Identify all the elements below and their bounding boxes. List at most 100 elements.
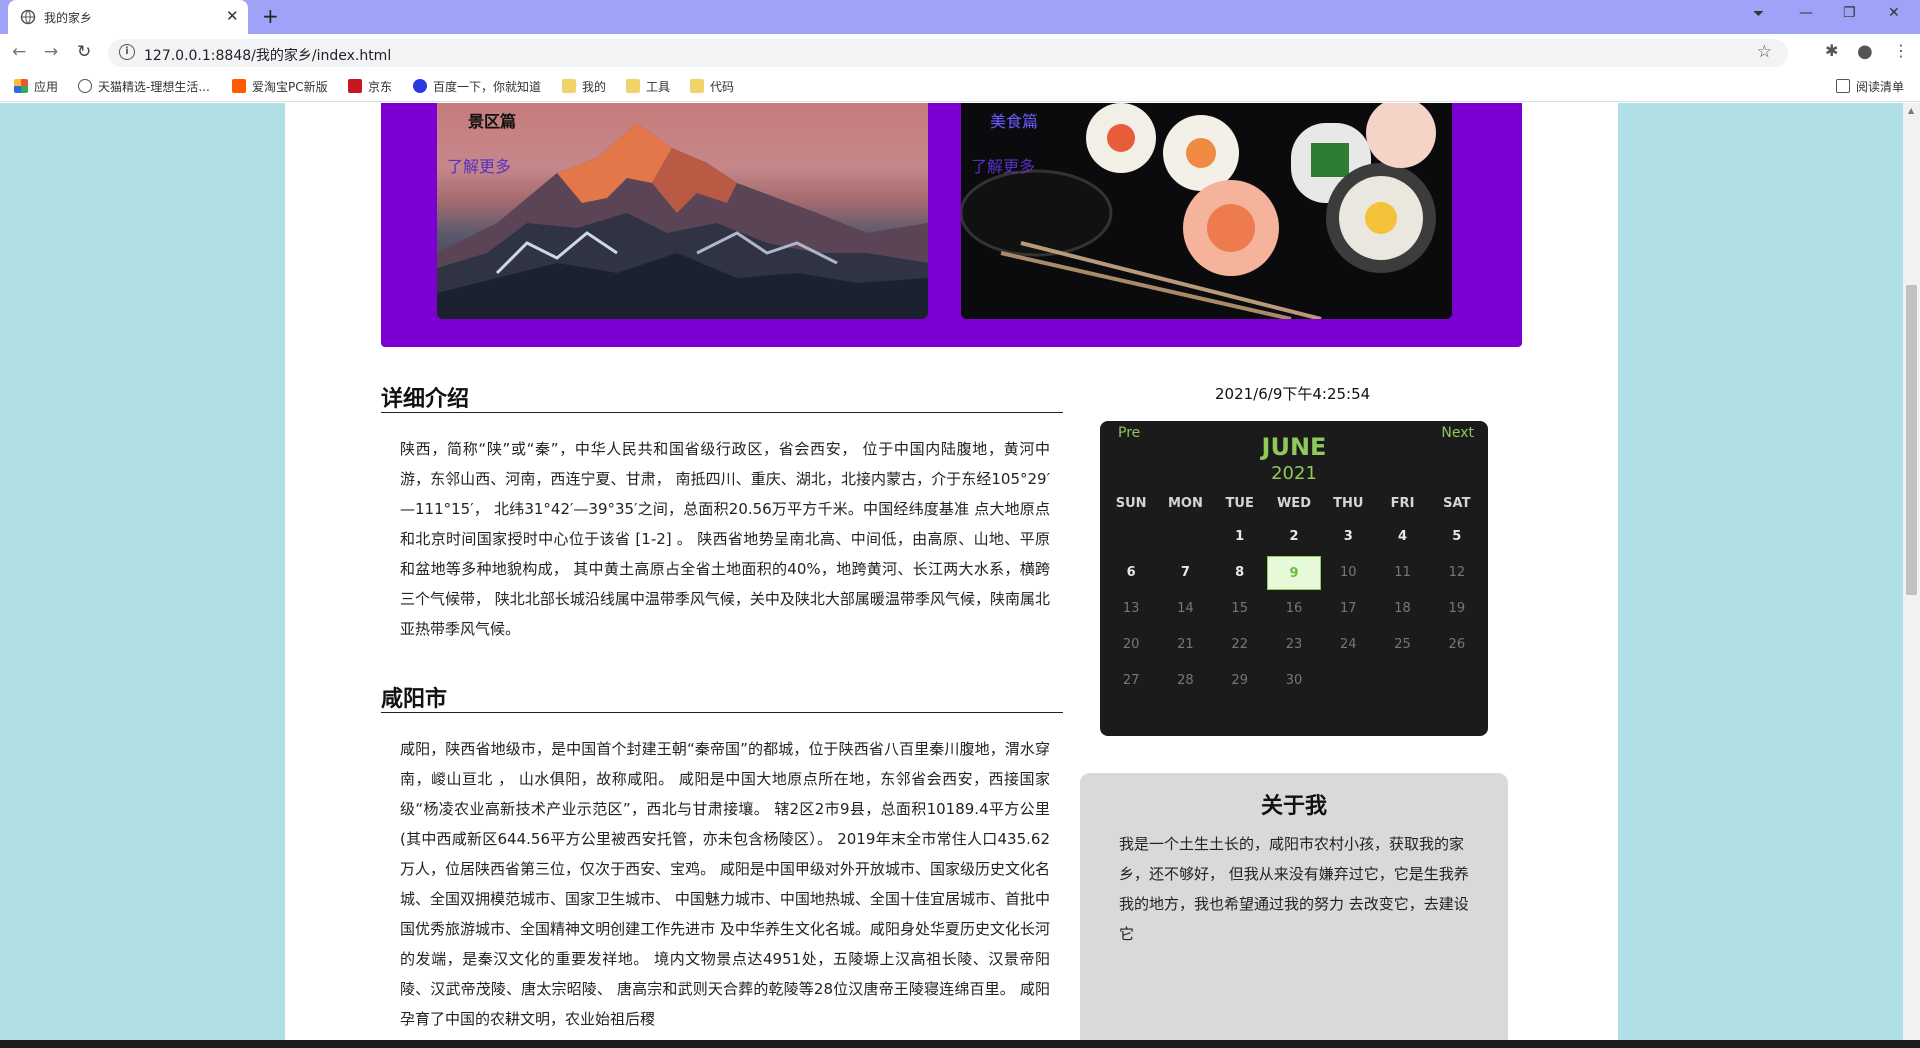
weekday-label: MON xyxy=(1167,496,1203,511)
omnibox[interactable]: i 127.0.0.1:8848/我的家乡/index.html ☆ xyxy=(108,39,1788,67)
globe-icon xyxy=(78,79,92,93)
weekday-label: WED xyxy=(1276,496,1311,511)
page-viewport: 景区篇 了解更多 美食篇 了解更多 详细介绍 陕西，简称“陕”或“秦”，中华人民… xyxy=(0,103,1903,1040)
calendar-day[interactable]: 29 xyxy=(1213,663,1267,699)
calendar-day[interactable]: 15 xyxy=(1213,591,1267,627)
calendar-day[interactable]: 11 xyxy=(1375,555,1429,591)
calendar-widget: Pre Next JUNE 2021 SUN MON TUE WED THU F… xyxy=(1100,421,1488,736)
url-text[interactable]: 127.0.0.1:8848/我的家乡/index.html xyxy=(144,45,391,65)
bookmark-baidu[interactable]: 百度一下，你就知道 xyxy=(413,78,541,95)
calendar-day[interactable]: 12 xyxy=(1430,555,1484,591)
calendar-year: 2021 xyxy=(1271,463,1317,484)
calendar-day[interactable]: 27 xyxy=(1104,663,1158,699)
calendar-day[interactable]: 20 xyxy=(1104,627,1158,663)
bookmark-apps[interactable]: 应用 xyxy=(14,78,58,95)
close-window-button[interactable]: ✕ xyxy=(1888,5,1900,21)
calendar-day[interactable]: 5 xyxy=(1430,519,1484,555)
intro-text: 陕西，简称“陕”或“秦”，中华人民共和国省级行政区，省会西安， 位于中国内陆腹地… xyxy=(400,440,1050,638)
taobao-icon xyxy=(232,79,246,93)
tab-title: 我的家乡 xyxy=(44,11,93,25)
calendar-day[interactable]: 2 xyxy=(1267,519,1321,555)
scroll-up-arrow-icon[interactable]: ▲ xyxy=(1908,106,1914,115)
bookmarks-bar: 应用 天猫精选-理想生活... 爱淘宝PC新版 京东 百度一下，你就知道 我的 … xyxy=(0,70,1920,102)
sushi-image xyxy=(961,103,1436,319)
card-title-scenery: 景区篇 xyxy=(468,112,517,131)
scenery-card[interactable]: 景区篇 了解更多 xyxy=(437,103,928,319)
folder-icon xyxy=(626,79,640,93)
calendar-day[interactable]: 3 xyxy=(1321,519,1375,555)
scroll-thumb[interactable] xyxy=(1906,285,1917,595)
calendar-week-row: 12345 xyxy=(1104,519,1484,555)
restore-button[interactable]: ❐ xyxy=(1843,5,1856,21)
calendar-day[interactable]: 28 xyxy=(1158,663,1212,699)
tab-search-icon[interactable]: ⏷ xyxy=(1753,6,1764,22)
calendar-day[interactable]: 26 xyxy=(1430,627,1484,663)
baidu-paw-icon xyxy=(413,79,427,93)
profile-avatar[interactable]: ● xyxy=(1857,41,1873,62)
site-info-icon[interactable]: i xyxy=(119,44,135,60)
food-card[interactable]: 美食篇 了解更多 xyxy=(961,103,1452,319)
calendar-grid: SUN MON TUE WED THU FRI SAT 1 2 3 4 5 6 7 8 9 10 1… xyxy=(1104,489,1484,699)
learn-more-link-scenery[interactable]: 了解更多 xyxy=(447,153,511,177)
about-me-text: 我是一个土生土长的，咸阳市农村小孩，获取我的家乡，还不够好， 但我从来没有嫌弃过… xyxy=(1119,835,1469,943)
about-me-panel: 关于我 我是一个土生土长的，咸阳市农村小孩，获取我的家乡，还不够好， 但我从来没… xyxy=(1080,773,1508,1040)
calendar-day[interactable]: 18 xyxy=(1375,591,1429,627)
bookmark-folder-code[interactable]: 代码 xyxy=(690,78,734,95)
calendar-day-today[interactable]: 9 xyxy=(1266,556,1322,590)
minimize-button[interactable]: — xyxy=(1799,5,1813,21)
mountain-image xyxy=(437,123,928,319)
bookmark-folder-tools[interactable]: 工具 xyxy=(626,78,670,95)
weekday-label: TUE xyxy=(1225,496,1254,511)
calendar-day[interactable]: 24 xyxy=(1321,627,1375,663)
address-bar-row: ← → ↻ i 127.0.0.1:8848/我的家乡/index.html ☆ xyxy=(0,34,1920,70)
calendar-days: 1 2 3 4 5 6 7 8 9 10 11 12 13 14 15 16 17 18 19 20 21 22 23 24 2… xyxy=(1104,519,1484,699)
intro-title: 详细介绍 xyxy=(381,386,470,412)
page-content: 景区篇 了解更多 美食篇 了解更多 详细介绍 陕西，简称“陕”或“秦”，中华人民… xyxy=(285,103,1618,1040)
calendar-day[interactable]: 17 xyxy=(1321,591,1375,627)
bookmark-jd[interactable]: 京东 xyxy=(348,78,392,95)
calendar-day[interactable]: 23 xyxy=(1267,627,1321,663)
calendar-day[interactable]: 1 xyxy=(1213,519,1267,555)
calendar-day[interactable]: 6 xyxy=(1104,555,1158,591)
about-me-title: 关于我 xyxy=(1260,793,1327,819)
new-tab-button[interactable]: + xyxy=(262,4,279,28)
city-text: 咸阳，陕西省地级市，是中国首个封建王朝“秦帝国”的都城，位于陕西省八百里秦川腹地… xyxy=(400,740,1050,1028)
bookmark-tmall[interactable]: 天猫精选-理想生活... xyxy=(78,78,210,95)
jd-icon xyxy=(348,79,362,93)
os-taskbar xyxy=(0,1040,1920,1048)
tab-close-icon[interactable]: ✕ xyxy=(226,7,239,25)
learn-more-link-food[interactable]: 了解更多 xyxy=(971,153,1035,177)
calendar-day[interactable]: 19 xyxy=(1430,591,1484,627)
calendar-week-row: 13 14 15 16 17 18 19 xyxy=(1104,591,1484,627)
apps-grid-icon xyxy=(14,79,28,93)
page-scrollbar[interactable]: ▲ xyxy=(1903,103,1920,1040)
calendar-day[interactable]: 14 xyxy=(1158,591,1212,627)
calendar-day[interactable]: 16 xyxy=(1267,591,1321,627)
tab-bar: 我的家乡 ✕ + ⏷ — ❐ ✕ xyxy=(0,0,1920,34)
calendar-empty-cell xyxy=(1430,663,1484,699)
bookmark-aitaobao[interactable]: 爱淘宝PC新版 xyxy=(232,78,328,95)
weekday-label: SAT xyxy=(1443,496,1471,511)
reload-button[interactable]: ↻ xyxy=(77,42,91,62)
calendar-day[interactable]: 4 xyxy=(1375,519,1429,555)
menu-icon[interactable]: ⋮ xyxy=(1893,41,1909,60)
calendar-weekday-row: SUN MON TUE WED THU FRI SAT xyxy=(1104,489,1484,519)
intro-divider xyxy=(381,412,1063,413)
calendar-day[interactable]: 25 xyxy=(1375,627,1429,663)
calendar-day[interactable]: 22 xyxy=(1213,627,1267,663)
back-button[interactable]: ← xyxy=(12,42,26,62)
tab-active[interactable]: 我的家乡 ✕ xyxy=(8,0,248,34)
calendar-day[interactable]: 21 xyxy=(1158,627,1212,663)
forward-button[interactable]: → xyxy=(44,42,58,62)
calendar-empty-cell xyxy=(1104,519,1158,555)
extensions-icon[interactable]: ✱ xyxy=(1825,41,1838,60)
bookmark-folder-mine[interactable]: 我的 xyxy=(562,78,606,95)
reading-list[interactable]: 阅读清单 xyxy=(1836,78,1904,95)
calendar-day[interactable]: 30 xyxy=(1267,663,1321,699)
calendar-day[interactable]: 13 xyxy=(1104,591,1158,627)
calendar-day[interactable]: 7 xyxy=(1158,555,1212,591)
bookmark-star-icon[interactable]: ☆ xyxy=(1757,42,1772,62)
calendar-day[interactable]: 8 xyxy=(1213,555,1267,591)
calendar-day[interactable]: 10 xyxy=(1321,555,1375,591)
globe-icon xyxy=(20,9,36,25)
